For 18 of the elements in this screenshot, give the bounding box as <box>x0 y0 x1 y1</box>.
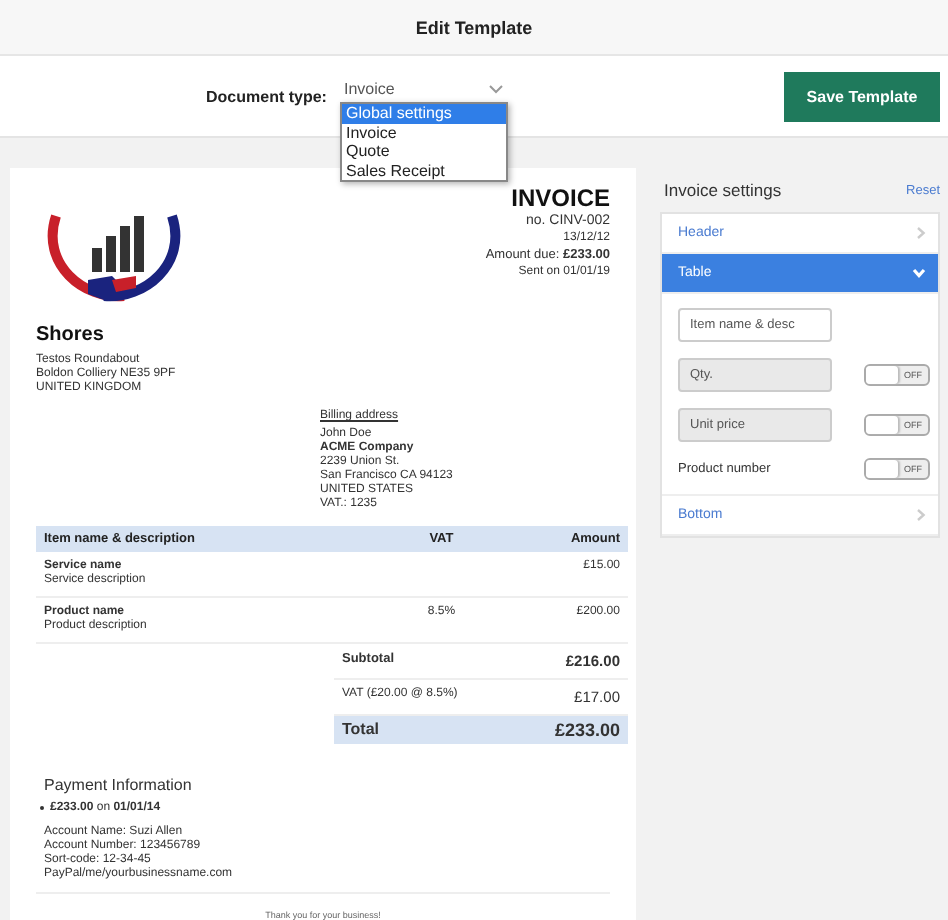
chevron-right-icon <box>916 508 926 522</box>
total-value: £233.00 <box>554 720 620 740</box>
dropdown-option[interactable]: Invoice <box>342 123 506 143</box>
company-name: Shores <box>36 324 106 346</box>
payment-title: Payment Information <box>44 776 194 794</box>
dropdown-option[interactable]: Sales Receipt <box>342 161 506 181</box>
window-title: Edit Template <box>0 0 948 56</box>
chevron-down-icon <box>488 83 504 93</box>
save-template-button[interactable]: Save Template <box>784 71 940 121</box>
document-type-label: Document type: <box>206 87 329 105</box>
chevron-down-icon <box>912 268 926 278</box>
dropdown-option[interactable]: Global settings <box>342 104 506 124</box>
total-label: Total <box>342 720 380 740</box>
invoice-title: INVOICE <box>511 188 610 210</box>
chevron-right-icon <box>916 226 926 240</box>
dropdown-option[interactable]: Quote <box>342 142 506 162</box>
document-type-select[interactable]: Invoice <box>344 79 504 97</box>
settings-title: Invoice settings <box>664 180 782 200</box>
